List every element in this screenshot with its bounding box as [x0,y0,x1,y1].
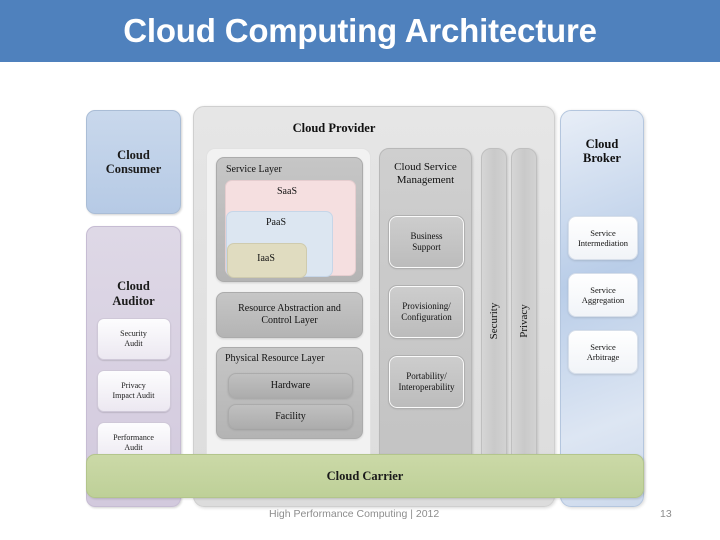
resource-abstraction-line2: Control Layer [261,315,318,326]
privacy-bar[interactable]: Privacy [511,148,537,493]
csm-item-0-line2: Support [412,242,441,252]
cloud-auditor-line1: Cloud [117,279,150,294]
cloud-broker-panel[interactable]: Cloud Broker Service Intermediation Serv… [560,110,644,507]
paas-box[interactable]: PaaS IaaS [226,211,333,278]
security-bar[interactable]: Security [481,148,507,493]
broker-item-1-line1: Service [590,284,616,295]
broker-item-service-intermediation[interactable]: Service Intermediation [568,216,638,260]
auditor-item-0-line1: Security [120,329,147,339]
csm-title-line1: Cloud Service [394,161,457,173]
broker-title-line1: Cloud [585,137,619,151]
auditor-item-security-audit[interactable]: Security Audit [96,317,171,360]
cloud-service-management-title: Cloud Service Management [380,161,471,187]
cloud-provider-panel[interactable]: Cloud Provider Service Layer SaaS PaaS I… [193,106,555,507]
facility-label: Facility [275,410,306,422]
broker-item-0-line1: Service [590,227,616,238]
footer-text: High Performance Computing | 2012 [269,508,440,520]
csm-item-1-line2: Configuration [401,312,452,322]
service-layer-box[interactable]: Service Layer SaaS PaaS IaaS [216,157,363,282]
broker-item-2-line1: Service [590,341,616,352]
cloud-provider-title: Cloud Provider [292,121,376,135]
auditor-item-0-line2: Audit [124,338,143,348]
auditor-item-1-line1: Privacy [121,381,146,391]
broker-item-service-aggregation[interactable]: Service Aggregation [568,273,638,317]
paas-label: PaaS [266,217,286,228]
auditor-item-privacy-impact-audit[interactable]: Privacy Impact Audit [96,369,171,412]
physical-resource-layer-box[interactable]: Physical Resource Layer Hardware Facilit… [216,347,363,439]
slide-title-bar: Cloud Computing Architecture [0,0,720,62]
service-layer-label: Service Layer [226,164,282,175]
provider-layer-column: Service Layer SaaS PaaS IaaS Resource Ab… [206,148,371,493]
broker-item-0-line2: Intermediation [577,238,629,248]
csm-item-1-line1: Provisioning/ [402,301,451,312]
broker-item-1-line2: Aggregation [581,295,625,305]
privacy-bar-label: Privacy [517,303,530,338]
broker-item-service-arbitrage[interactable]: Service Arbitrage [568,330,638,374]
saas-label: SaaS [277,186,297,197]
cloud-auditor-title: Cloud Auditor [87,269,180,308]
resource-abstraction-control-layer-box[interactable]: Resource Abstraction and Control Layer [216,292,363,338]
csm-item-2-line1: Portability/ [406,371,447,382]
cloud-broker-title: Cloud Broker [561,137,643,166]
auditor-item-1-line2: Impact Audit [112,390,155,400]
resource-abstraction-line1: Resource Abstraction and [238,303,341,314]
csm-item-portability-interoperability[interactable]: Portability/ Interoperability [388,355,465,409]
page-number: 13 [660,508,672,520]
csm-item-provisioning-configuration[interactable]: Provisioning/ Configuration [388,285,465,339]
csm-item-business-support[interactable]: Business Support [388,215,465,269]
cloud-carrier-bar[interactable]: Cloud Carrier [86,454,644,498]
physical-resource-layer-label: Physical Resource Layer [225,353,325,364]
cloud-consumer-label: Cloud Consumer [106,148,162,176]
broker-title-line2: Broker [583,151,621,166]
security-bar-label: Security [487,302,500,339]
iaas-box[interactable]: IaaS [227,243,307,278]
auditor-item-2-line2: Audit [124,442,143,452]
csm-item-2-line2: Interoperability [398,382,455,392]
cloud-consumer-line1: Cloud [117,148,150,162]
cloud-auditor-line2: Auditor [112,293,155,308]
slide: Cloud Computing Architecture Cloud Consu… [0,0,720,540]
iaas-label: IaaS [257,253,275,264]
csm-title-line2: Management [396,173,455,186]
hardware-box[interactable]: Hardware [228,373,353,398]
csm-item-0-line1: Business [410,231,443,242]
facility-box[interactable]: Facility [228,404,353,429]
cloud-carrier-label: Cloud Carrier [326,469,404,483]
saas-box[interactable]: SaaS PaaS IaaS [225,180,356,278]
cloud-consumer-line2: Consumer [105,162,162,176]
page-title: Cloud Computing Architecture [123,12,597,49]
auditor-item-2-line1: Performance [113,433,154,443]
cloud-consumer-box[interactable]: Cloud Consumer [86,110,181,214]
cloud-architecture-diagram: Cloud Consumer Cloud Auditor Security Au… [0,62,720,507]
broker-item-2-line2: Arbitrage [586,352,620,362]
hardware-label: Hardware [270,379,311,391]
cloud-service-management-box[interactable]: Cloud Service Management Business Suppor… [379,148,472,493]
